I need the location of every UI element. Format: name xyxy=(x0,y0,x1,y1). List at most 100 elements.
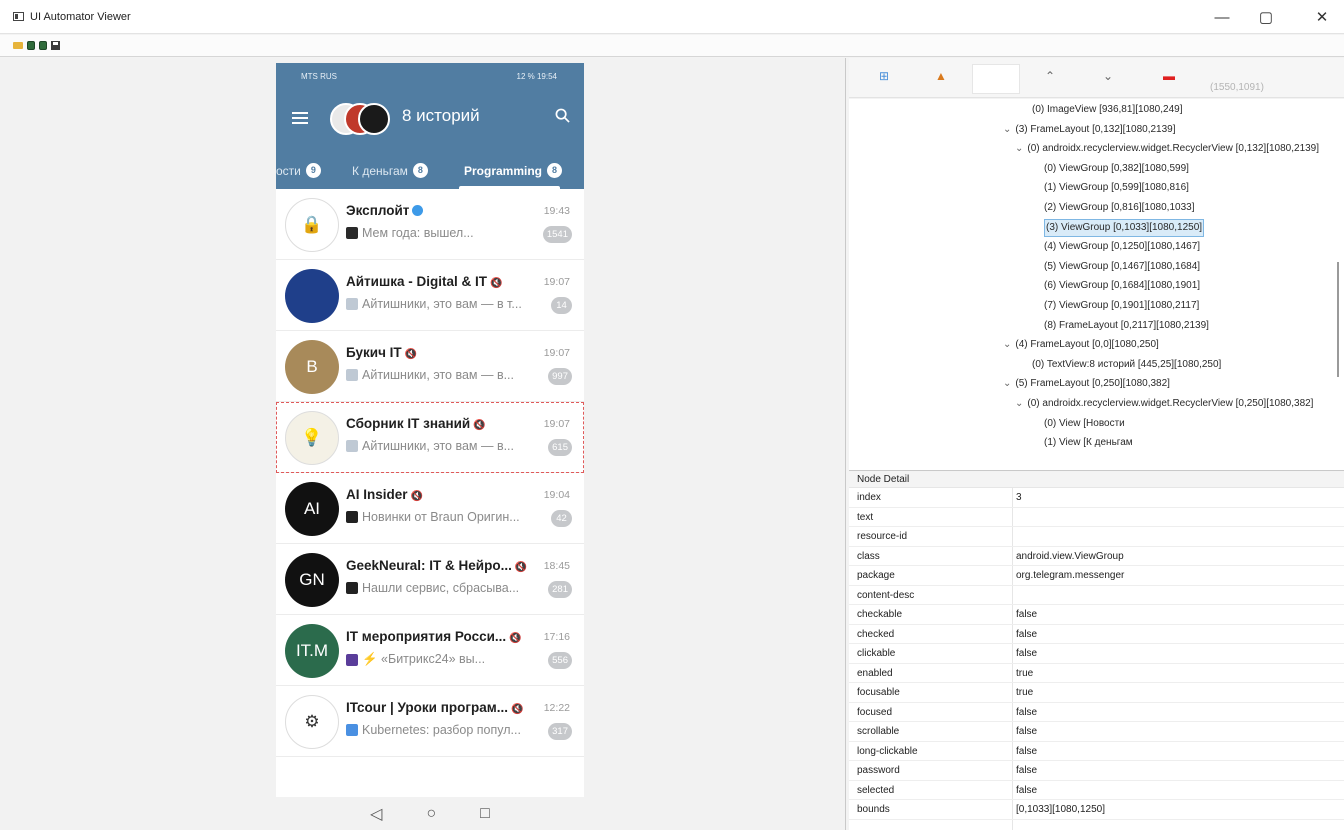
detail-value[interactable]: false xyxy=(1016,625,1037,645)
tree-node[interactable]: ⌄ (0) androidx.recyclerview.widget.Recycl… xyxy=(1015,140,1319,158)
detail-value[interactable]: true xyxy=(1016,664,1033,684)
detail-value[interactable]: org.telegram.messenger xyxy=(1016,566,1124,586)
detail-value[interactable]: 3 xyxy=(1016,488,1022,508)
device-screenshot-icon[interactable] xyxy=(27,41,35,50)
unread-badge: 14 xyxy=(551,297,572,314)
tab-programming[interactable]: Programming 8 xyxy=(464,163,563,178)
hierarchy-tree[interactable]: (0) ImageView [936,81][1080,249] ⌄ (3) Fra… xyxy=(849,99,1344,471)
detail-value[interactable]: false xyxy=(1016,722,1037,742)
device-screenshot-compressed-icon[interactable] xyxy=(39,41,47,50)
tree-node[interactable]: (8) FrameLayout [0,2117][1080,2139] xyxy=(1044,317,1209,335)
tree-node[interactable]: (0) ViewGroup [0,382][1080,599] xyxy=(1044,160,1189,178)
minimize-button[interactable]: — xyxy=(1200,0,1244,34)
detail-value[interactable]: false xyxy=(1016,742,1037,762)
chat-preview: Айтишники, это вам — в т... xyxy=(346,297,522,311)
search-node-input[interactable] xyxy=(972,64,1020,94)
chat-row[interactable]: AI AI Insider 🔇 19:04 Новинки от Braun Ориги… xyxy=(276,473,584,544)
detail-value[interactable]: false xyxy=(1016,761,1037,781)
folder-open-icon[interactable] xyxy=(13,42,23,49)
detail-row-class[interactable]: class android.view.ViewGroup xyxy=(849,547,1344,567)
chat-time: 19:04 xyxy=(543,489,570,501)
detail-row-scrollable[interactable]: scrollable false xyxy=(849,722,1344,742)
tree-node[interactable]: (2) ViewGroup [0,816][1080,1033] xyxy=(1044,199,1194,217)
detail-value[interactable]: false xyxy=(1016,644,1037,664)
home-icon[interactable]: ○ xyxy=(426,805,436,823)
tree-node-label: (3) FrameLayout [0,132][1080,2139] xyxy=(1015,123,1176,135)
expand-caret-icon[interactable]: ⌄ xyxy=(1015,398,1023,409)
detail-row-index[interactable]: index 3 xyxy=(849,488,1344,508)
detail-row-text[interactable]: text xyxy=(849,508,1344,527)
stories-avatars[interactable] xyxy=(330,103,392,135)
tree-node[interactable]: (0) TextView:8 историй [445,25][1080,250… xyxy=(1032,356,1221,374)
tab-news[interactable]: ости 9 xyxy=(276,163,321,178)
node-detail-header: Node Detail xyxy=(849,472,1344,488)
detail-row-bounds[interactable]: bounds [0,1033][1080,1250] xyxy=(849,800,1344,820)
tab-money[interactable]: К деньгам 8 xyxy=(352,163,428,178)
detail-value[interactable]: android.view.ViewGroup xyxy=(1016,547,1124,567)
chat-row[interactable]: IT.M IT мероприятия Росси... 🔇 17:16 ⚡ «Битр… xyxy=(276,615,584,686)
detail-value[interactable]: false xyxy=(1016,703,1037,723)
tree-node[interactable]: (0) View [Новости xyxy=(1044,415,1125,433)
tree-scrollbar[interactable] xyxy=(1337,262,1339,377)
back-icon[interactable]: ◁ xyxy=(370,804,382,824)
detail-row-password[interactable]: password false xyxy=(849,761,1344,781)
chat-row[interactable]: B Букич IT 🔇 19:07 Айтишники, это вам — в...… xyxy=(276,331,584,402)
detail-key: enabled xyxy=(857,667,893,679)
menu-icon[interactable] xyxy=(292,112,308,124)
chat-row[interactable]: ⚙ ITcour | Уроки програм... 🔇 12:22 Kubernet… xyxy=(276,686,584,757)
close-button[interactable]: ✕ xyxy=(1300,0,1344,34)
tree-node[interactable]: ⌄ (3) FrameLayout [0,132][1080,2139] xyxy=(1003,121,1176,139)
detail-key: selected xyxy=(857,784,895,796)
detail-row-checked[interactable]: checked false xyxy=(849,625,1344,645)
tree-node[interactable]: (4) ViewGroup [0,1250][1080,1467] xyxy=(1044,238,1200,256)
expand-all-icon[interactable]: ⊞ xyxy=(879,69,889,83)
expand-caret-icon[interactable]: ⌄ xyxy=(1003,339,1011,350)
detail-value[interactable]: false xyxy=(1016,605,1037,625)
chat-row[interactable]: Айтишка - Digital & IT 🔇 19:07 Айтишники, э… xyxy=(276,260,584,331)
chat-row[interactable]: 🔒 Эксплойт 19:43 Мем года: вышел... 1541 xyxy=(276,189,584,260)
detail-row-checkable[interactable]: checkable false xyxy=(849,605,1344,625)
tree-node[interactable]: ⌄ (4) FrameLayout [0,0][1080,250] xyxy=(1003,336,1159,354)
expand-caret-icon[interactable]: ⌄ xyxy=(1015,143,1023,154)
toggle-naf-icon[interactable]: ▲ xyxy=(935,69,947,83)
chat-name: ITcour | Уроки програм... 🔇 xyxy=(346,700,524,715)
chat-name: Эксплойт xyxy=(346,203,424,218)
tree-node[interactable]: (1) View [К деньгам xyxy=(1044,434,1133,452)
detail-row-focusable[interactable]: focusable true xyxy=(849,683,1344,703)
detail-row-long-clickable[interactable]: long-clickable false xyxy=(849,742,1344,762)
tree-node[interactable]: ⌄ (5) FrameLayout [0,250][1080,382] xyxy=(1003,375,1170,393)
device-screenshot[interactable]: MTS RUS 12 % 19:54 8 историй ости 9 К де… xyxy=(276,63,584,830)
chat-row[interactable]: GN GeekNeural: IT & Нейро... 🔇 18:45 Нашли с… xyxy=(276,544,584,615)
detail-row-package[interactable]: package org.telegram.messenger xyxy=(849,566,1344,586)
maximize-button[interactable]: ▢ xyxy=(1244,0,1288,34)
tree-node[interactable]: (1) ViewGroup [0,599][1080,816] xyxy=(1044,179,1189,197)
tree-node[interactable]: (0) ImageView [936,81][1080,249] xyxy=(1032,101,1182,119)
clear-search-icon[interactable]: ▬ xyxy=(1163,69,1175,83)
chat-avatar: B xyxy=(285,340,339,394)
detail-key: bounds xyxy=(857,804,890,815)
detail-value[interactable]: [0,1033][1080,1250] xyxy=(1016,800,1105,820)
detail-key: checked xyxy=(857,628,895,640)
next-result-icon[interactable]: ⌄ xyxy=(1103,69,1113,83)
detail-value[interactable]: true xyxy=(1016,683,1033,703)
search-icon[interactable] xyxy=(555,108,570,123)
detail-row-focused[interactable]: focused false xyxy=(849,703,1344,723)
recents-icon[interactable]: □ xyxy=(480,805,490,823)
detail-value[interactable]: false xyxy=(1016,781,1037,801)
expand-caret-icon[interactable]: ⌄ xyxy=(1003,378,1011,389)
detail-key: text xyxy=(857,511,874,523)
tree-node[interactable]: ⌄ (0) androidx.recyclerview.widget.Recycl… xyxy=(1015,395,1313,413)
tree-node-selected[interactable]: (3) ViewGroup [0,1033][1080,1250] xyxy=(1044,218,1205,237)
tree-node[interactable]: (5) ViewGroup [0,1467][1080,1684] xyxy=(1044,258,1200,276)
expand-caret-icon[interactable]: ⌄ xyxy=(1003,124,1011,135)
detail-row-clickable[interactable]: clickable false xyxy=(849,644,1344,664)
tree-node[interactable]: (7) ViewGroup [0,1901][1080,2117] xyxy=(1044,297,1199,315)
detail-row-content-desc[interactable]: content-desc xyxy=(849,586,1344,605)
detail-row-resource-id[interactable]: resource-id xyxy=(849,527,1344,547)
tree-node[interactable]: (6) ViewGroup [0,1684][1080,1901] xyxy=(1044,277,1200,295)
previous-result-icon[interactable]: ⌃ xyxy=(1045,69,1055,83)
save-icon[interactable] xyxy=(51,41,60,50)
detail-row-enabled[interactable]: enabled true xyxy=(849,664,1344,684)
chat-row[interactable]: 💡 Сборник IT знаний 🔇 19:07 Айтишники, это в… xyxy=(276,402,584,473)
detail-row-selected[interactable]: selected false xyxy=(849,781,1344,801)
